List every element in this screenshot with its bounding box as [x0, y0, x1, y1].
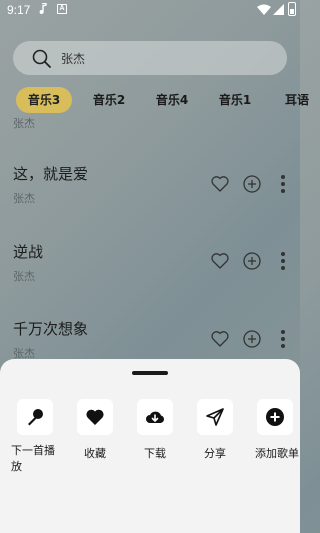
add-circle-icon[interactable] — [242, 251, 262, 271]
share-label: 分享 — [204, 447, 226, 460]
microphone-icon — [28, 409, 43, 426]
tab-music4[interactable]: 音乐4 — [154, 87, 190, 113]
search-input[interactable]: 张杰 — [13, 41, 287, 75]
more-vertical-icon[interactable] — [280, 329, 286, 349]
add-circle-icon[interactable] — [242, 174, 262, 194]
song-title: 千万次想象 — [13, 320, 89, 338]
cloud-download-icon — [146, 411, 164, 423]
heart-icon — [86, 409, 104, 425]
heart-icon[interactable] — [210, 329, 230, 349]
battery-icon — [288, 2, 296, 16]
action-sheet: 下一首播放 收藏 下载 分享 添加歌单 — [0, 359, 300, 533]
play-next-label: 下一首播放 — [11, 444, 55, 473]
song-artist: 张杰 — [13, 270, 35, 283]
tab-music3[interactable]: 音乐3 — [16, 87, 72, 113]
tab-whisper[interactable]: 耳语 — [282, 87, 312, 113]
music-note-icon — [39, 3, 47, 14]
song-artist: 张杰 — [13, 192, 35, 205]
more-vertical-icon[interactable] — [280, 174, 286, 194]
song-title: 这，就是爱 — [13, 165, 89, 183]
status-time: 9:17 — [7, 3, 31, 17]
heart-icon[interactable] — [210, 251, 230, 271]
favorite-tile[interactable] — [77, 399, 113, 435]
song-artist: 张杰 — [13, 117, 35, 130]
plus-circle-icon — [266, 408, 284, 426]
send-icon — [206, 408, 224, 426]
download-tile[interactable] — [137, 399, 173, 435]
heart-icon[interactable] — [210, 174, 230, 194]
more-vertical-icon[interactable] — [280, 251, 286, 271]
song-title: 逆战 — [13, 243, 44, 261]
tab-music1[interactable]: 音乐1 — [217, 87, 253, 113]
favorite-label: 收藏 — [84, 447, 106, 460]
wifi-icon — [257, 4, 271, 15]
sheet-drag-handle[interactable] — [132, 371, 168, 375]
status-bar: 9:17 A — [0, 0, 300, 22]
add-to-playlist-label: 添加歌单 — [255, 447, 299, 460]
app-notification-icon: A — [57, 4, 67, 14]
search-query: 张杰 — [61, 52, 86, 66]
tab-music2[interactable]: 音乐2 — [91, 87, 127, 113]
share-tile[interactable] — [197, 399, 233, 435]
play-next-tile[interactable] — [17, 399, 53, 435]
download-label: 下载 — [144, 447, 166, 460]
search-icon — [32, 49, 51, 68]
add-circle-icon[interactable] — [242, 329, 262, 349]
signal-icon — [273, 4, 284, 15]
add-to-playlist-tile[interactable] — [257, 399, 293, 435]
